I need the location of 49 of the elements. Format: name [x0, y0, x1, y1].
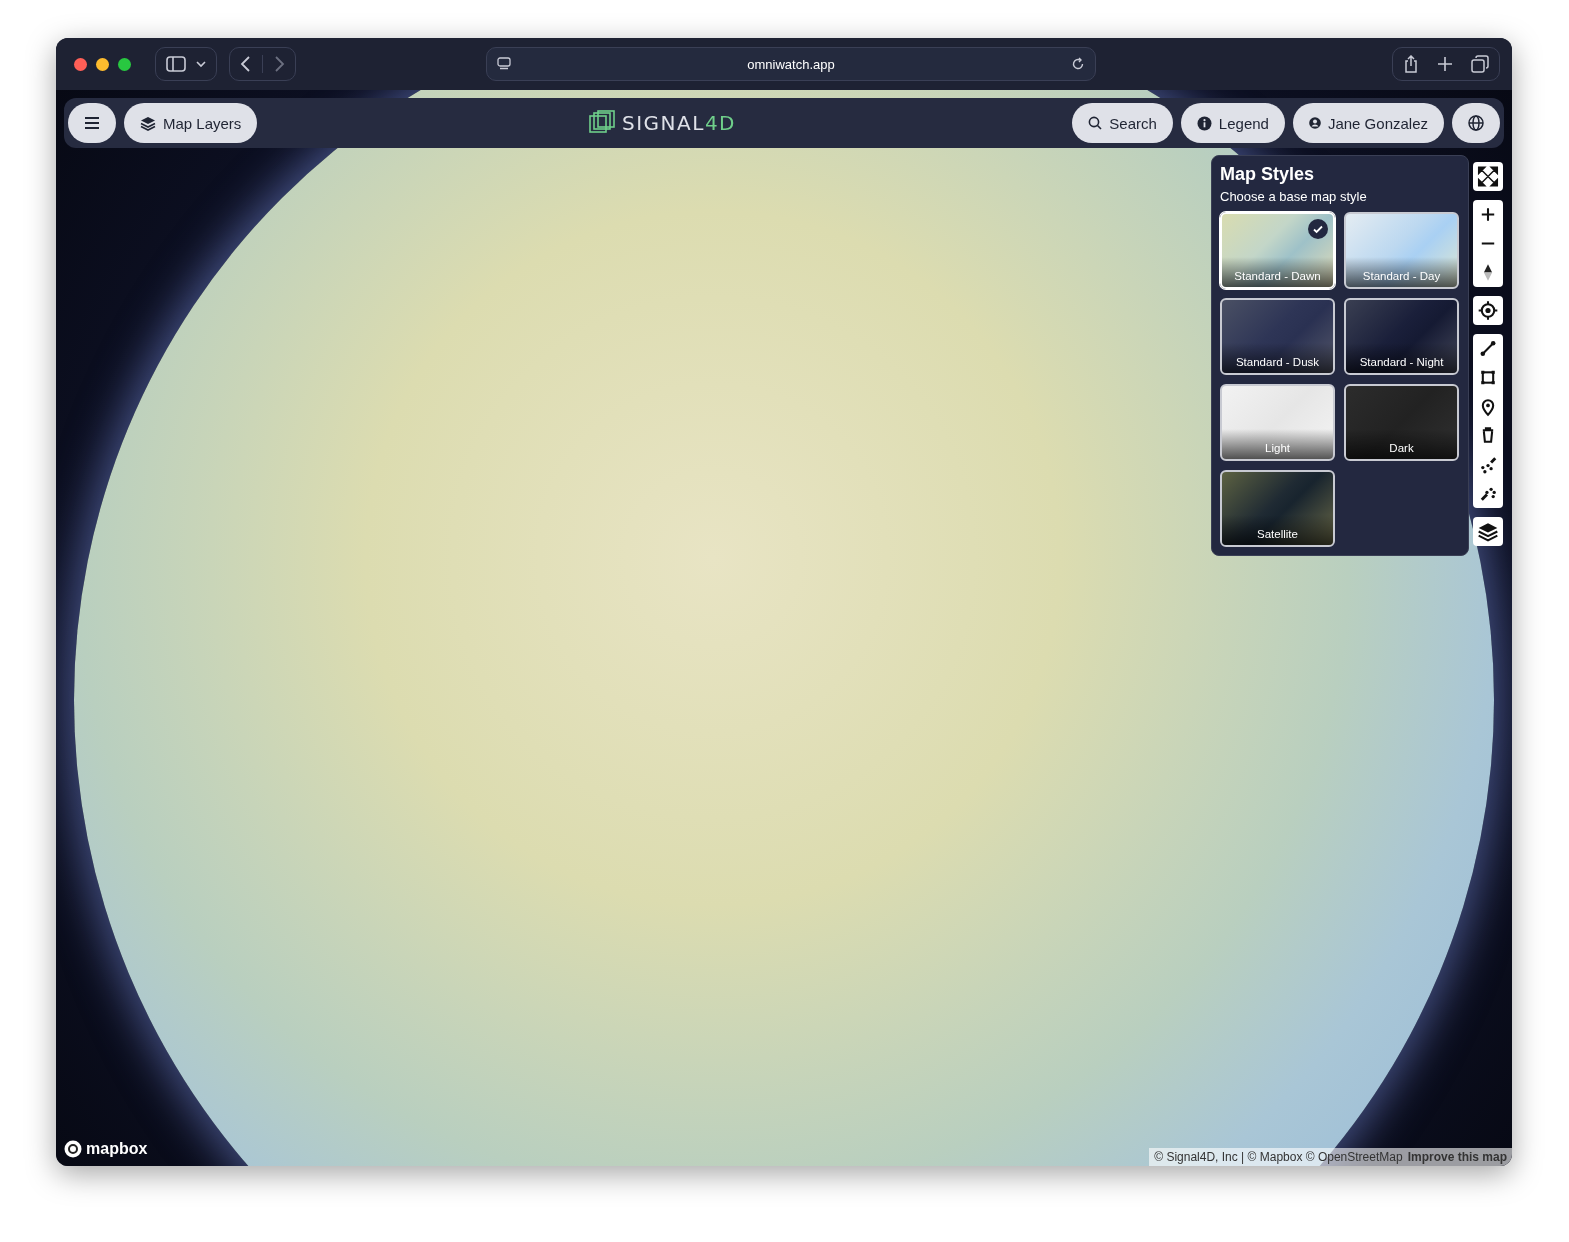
map-style-option[interactable]: Standard - Day	[1344, 212, 1459, 289]
logo-icon	[588, 110, 616, 136]
new-tab-icon[interactable]	[1437, 56, 1453, 72]
legend-button[interactable]: Legend	[1180, 103, 1285, 143]
mapbox-logo-icon	[64, 1140, 82, 1158]
search-button[interactable]: Search	[1072, 103, 1173, 143]
address-bar[interactable]: omniwatch.app	[486, 47, 1096, 81]
map-style-option[interactable]: Standard - Dusk	[1220, 298, 1335, 375]
improve-map-link[interactable]: Improve this map	[1407, 1150, 1507, 1164]
menu-icon	[84, 116, 100, 130]
map-style-label: Standard - Night	[1359, 356, 1444, 370]
sidebar-icon	[166, 56, 186, 72]
menu-button[interactable]	[68, 103, 116, 143]
reload-icon[interactable]	[1071, 57, 1085, 71]
map-style-option[interactable]: Dark	[1344, 384, 1459, 461]
map-style-option[interactable]: Standard - Night	[1344, 298, 1459, 375]
search-icon	[1088, 116, 1103, 130]
layers-icon	[140, 115, 156, 131]
logo-text: SIGNAL4D	[622, 111, 736, 135]
back-button[interactable]	[240, 56, 252, 72]
map-style-label: Satellite	[1257, 528, 1298, 542]
share-icon[interactable]	[1403, 55, 1419, 73]
attribution-text: © Signal4D, Inc | © Mapbox © OpenStreetMap	[1154, 1150, 1403, 1164]
map-style-label: Standard - Day	[1362, 270, 1441, 284]
info-icon	[1196, 115, 1212, 131]
map-style-option[interactable]: Standard - Dawn	[1220, 212, 1335, 289]
globe-button[interactable]	[1452, 103, 1500, 143]
globe-icon	[1468, 115, 1484, 131]
forward-button[interactable]	[273, 56, 285, 72]
map-style-label: Light	[1265, 442, 1290, 456]
panel-subtitle: Choose a base map style	[1220, 189, 1368, 204]
user-button[interactable]: Jane Gonzalez	[1292, 103, 1444, 143]
page-icon	[497, 57, 511, 71]
tabs-overview-icon[interactable]	[1471, 55, 1489, 73]
mapbox-logo-text: mapbox	[86, 1140, 148, 1158]
map-style-label: Standard - Dusk	[1235, 356, 1320, 370]
maximize-window-button[interactable]	[118, 57, 131, 71]
checkmark-icon	[1308, 219, 1328, 239]
map-layers-button[interactable]: Map Layers	[124, 103, 258, 143]
map-style-label: Dark	[1389, 442, 1414, 456]
minimize-window-button[interactable]	[96, 57, 109, 71]
sidebar-toggle-button[interactable]	[155, 47, 217, 81]
map-style-option[interactable]: Light	[1220, 384, 1335, 461]
map-style-label: Standard - Dawn	[1234, 270, 1321, 284]
map-style-option[interactable]: Satellite	[1220, 470, 1335, 547]
chevron-down-icon	[196, 60, 206, 68]
close-window-button[interactable]	[74, 57, 87, 71]
panel-title: Map Styles	[1220, 164, 1316, 185]
user-icon	[1308, 117, 1321, 129]
